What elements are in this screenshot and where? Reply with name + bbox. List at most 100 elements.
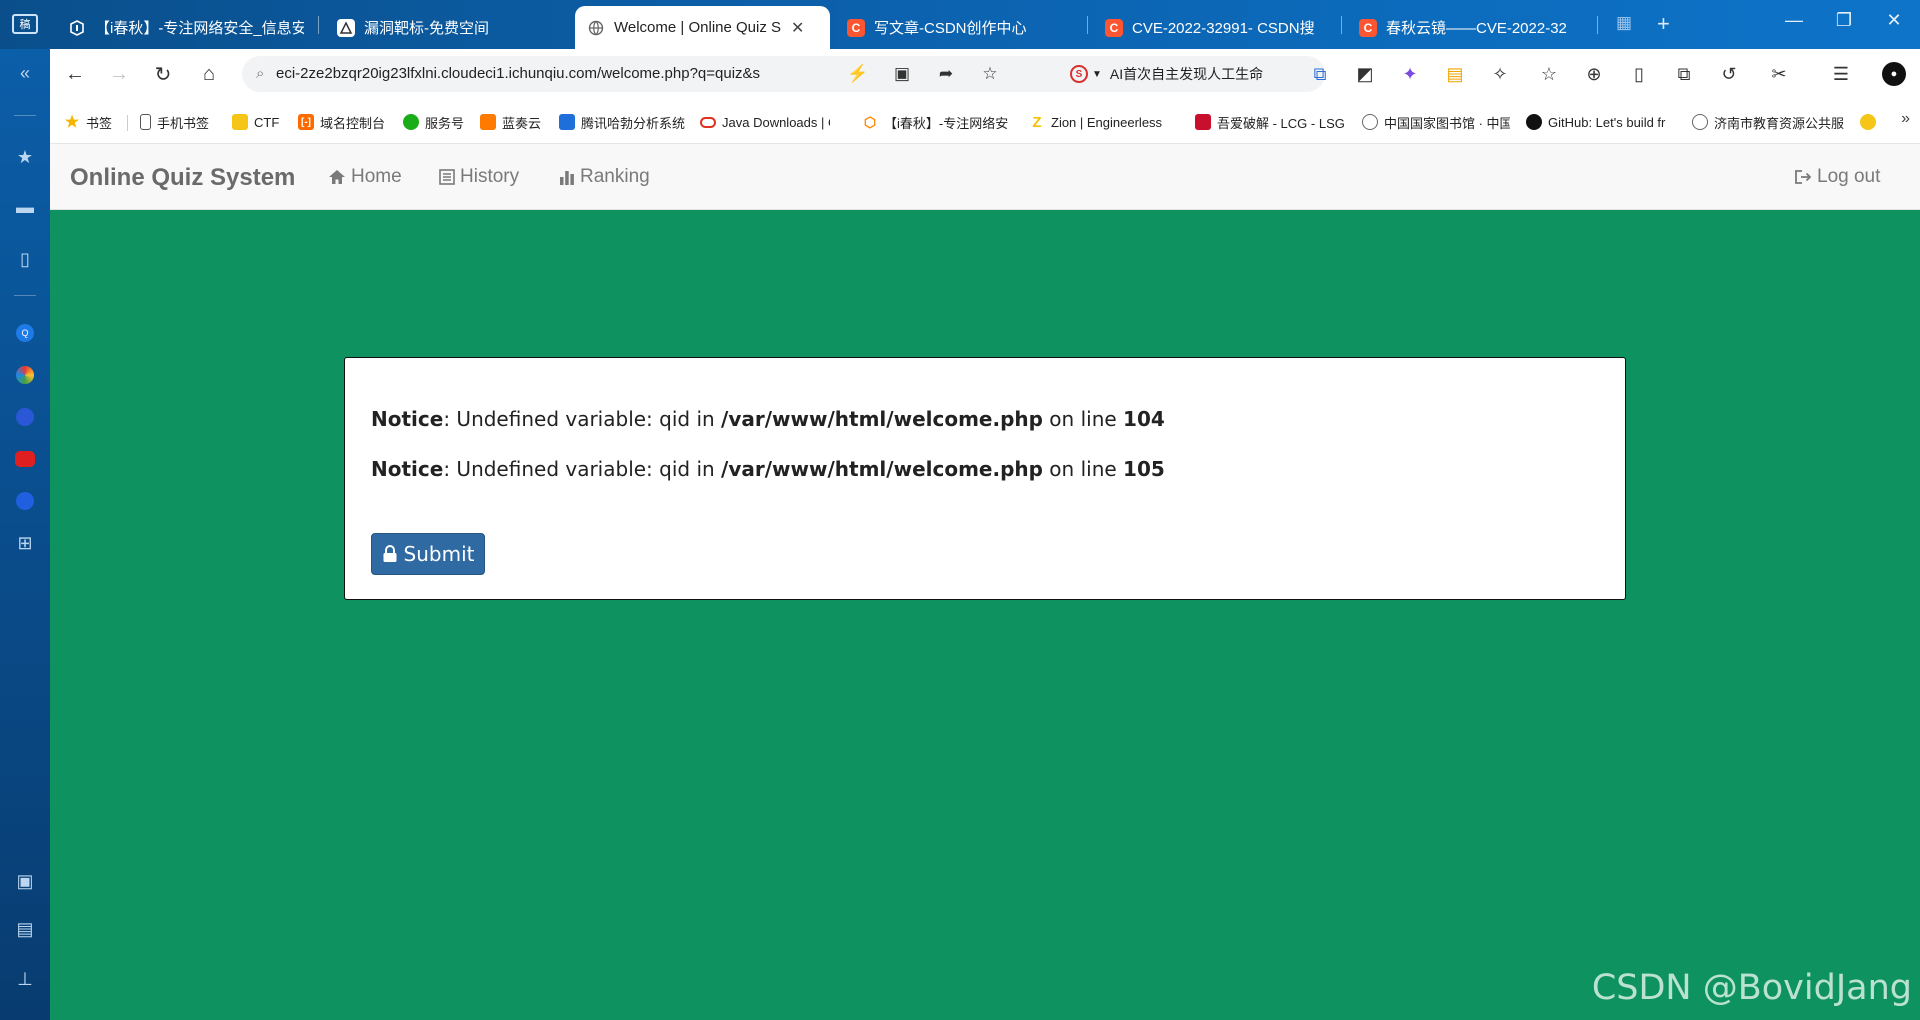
tab-vuln-target[interactable]: 漏洞靶标-免费空间: [325, 6, 565, 49]
more-bookmarks-icon[interactable]: »: [1901, 110, 1910, 128]
bookmark-item[interactable]: 腾讯哈勃分析系统: [559, 111, 685, 133]
favorites-icon[interactable]: ☆: [1536, 61, 1562, 87]
close-tab-icon[interactable]: ✕: [791, 18, 804, 38]
logout-label: Log out: [1817, 166, 1881, 187]
bookmark-item[interactable]: 中国国家图书馆 · 中国: [1362, 111, 1510, 133]
save-icon[interactable]: ▣: [13, 869, 37, 893]
history-icon[interactable]: ↺: [1716, 61, 1742, 87]
reload-button[interactable]: ↻: [150, 61, 176, 87]
bookmark-label: 吾爱破解 - LCG - LSG: [1217, 115, 1345, 131]
bookmark-item[interactable]: [-] 域名控制台: [298, 111, 385, 133]
mobile-icon[interactable]: ▯: [1626, 61, 1652, 87]
phone-icon[interactable]: ▯: [13, 247, 37, 271]
share-icon[interactable]: ➦: [934, 62, 958, 86]
ai-search-box[interactable]: S ▼ AI首次自主发现人工生命: [1070, 60, 1263, 88]
window-badge-icon[interactable]: 稿: [12, 14, 38, 34]
tab-csdn-write[interactable]: C 写文章-CSDN创作中心: [835, 6, 1075, 49]
bookmark-item[interactable]: 服务号: [403, 111, 464, 133]
site-brand[interactable]: Online Quiz System: [70, 164, 295, 192]
ichunqiu-icon: ⬡: [863, 113, 877, 130]
notice-on-line: on line: [1042, 457, 1124, 481]
pin-icon[interactable]: ⊥: [13, 967, 37, 991]
bookmark-star-icon[interactable]: ☆: [978, 62, 1002, 86]
sidebar-divider: [14, 295, 36, 296]
home-button[interactable]: ⌂: [196, 61, 222, 87]
close-window-icon[interactable]: ✕: [1879, 10, 1909, 31]
home-icon: [329, 170, 345, 184]
restore-icon[interactable]: ❐: [1829, 10, 1859, 31]
folder-icon[interactable]: ▬: [13, 195, 37, 219]
minimize-icon[interactable]: —: [1779, 10, 1809, 31]
clock-app-icon[interactable]: [13, 489, 37, 513]
reader-icon[interactable]: ▣: [890, 62, 914, 86]
back-button[interactable]: ←: [62, 61, 88, 87]
tab-csdn-search[interactable]: C CVE-2022-32991- CSDN搜: [1093, 6, 1333, 49]
user-app-icon[interactable]: [13, 405, 37, 429]
submit-label: Submit: [403, 542, 475, 566]
bookmark-item[interactable]: ⬡ 【i春秋】-专注网络安: [862, 111, 1012, 133]
search-app-icon[interactable]: Q: [13, 321, 37, 345]
extensions-icon[interactable]: ✧: [1487, 61, 1513, 87]
favorites-star-icon[interactable]: ★: [13, 145, 37, 169]
notice-line-number: 105: [1123, 457, 1165, 481]
wechat-icon: [403, 114, 419, 130]
nav-ranking[interactable]: Ranking: [559, 166, 650, 188]
nav-home[interactable]: Home: [328, 166, 402, 188]
bookmark-item[interactable]: CTF: [232, 111, 279, 133]
notice-path: /var/www/html/welcome.php: [721, 407, 1043, 431]
bookmark-item[interactable]: Z Zion | Engineerless: [1029, 111, 1179, 133]
bookmark-item[interactable]: GitHub: Let's build fr: [1526, 111, 1676, 133]
phone-icon: [140, 114, 151, 130]
bookmark-item[interactable]: Java Downloads | Or: [700, 111, 830, 133]
tabs-copy-icon[interactable]: ⧉: [1671, 61, 1697, 87]
bookmark-item[interactable]: 吾爱破解 - LCG - LSG: [1195, 111, 1345, 133]
tab-chunqiu-cve[interactable]: C 春秋云镜——CVE-2022-32: [1347, 6, 1587, 49]
tab-title: 漏洞靶标-免费空间: [364, 20, 489, 37]
tab-title: 春秋云镜——CVE-2022-32: [1386, 20, 1567, 37]
bookmark-label: 域名控制台: [320, 115, 386, 131]
notice-label: Notice: [371, 407, 444, 431]
menu-icon[interactable]: ☰: [1828, 61, 1854, 87]
bookmark-item[interactable]: 手机书签: [140, 111, 209, 133]
oracle-icon: [700, 116, 716, 128]
folder-sync-icon[interactable]: ▤: [1442, 61, 1468, 87]
globe-icon: [587, 19, 605, 37]
bookmark-item[interactable]: ★ 书签: [64, 111, 112, 133]
notice-line-number: 104: [1123, 407, 1165, 431]
address-bar[interactable]: ⌕ eci-2ze2bzqr20ig23lfxlni.cloudeci1.ich…: [242, 56, 1325, 92]
address-url[interactable]: eci-2ze2bzqr20ig23lfxlni.cloudeci1.ichun…: [276, 56, 836, 92]
tab-online-quiz[interactable]: Welcome | Online Quiz S ✕: [575, 6, 830, 49]
nav-ranking-label: Ranking: [580, 166, 650, 187]
collapse-sidebar-icon[interactable]: «: [13, 61, 37, 85]
bookmark-item[interactable]: 济南市教育资源公共服: [1692, 111, 1844, 133]
github-icon: [1526, 114, 1542, 130]
submit-button[interactable]: Submit: [371, 533, 485, 575]
lightning-icon[interactable]: ⚡: [846, 62, 870, 86]
nav-history[interactable]: History: [439, 166, 519, 188]
tab-title: CVE-2022-32991- CSDN搜: [1132, 20, 1315, 37]
globe-icon: [1362, 114, 1378, 130]
translate-icon[interactable]: ⧉: [1307, 61, 1333, 87]
color-app-icon[interactable]: [13, 363, 37, 387]
bookmark-label: 蓝奏云: [502, 115, 542, 131]
new-tab-icon[interactable]: +: [1657, 11, 1670, 37]
bookmark-label: 手机书签: [157, 115, 210, 131]
stock-icon[interactable]: ◩: [1352, 61, 1378, 87]
toolbox-icon[interactable]: ▤: [13, 917, 37, 941]
avatar[interactable]: ●: [1882, 62, 1906, 86]
bookmark-item[interactable]: 蓝奏云: [480, 111, 541, 133]
forward-button[interactable]: →: [106, 61, 132, 87]
tab-title: 写文章-CSDN创作中心: [874, 20, 1027, 37]
add-app-icon[interactable]: ⊞: [13, 531, 37, 555]
tab-ichunqiu[interactable]: 【i春秋】-专注网络安全_信息安: [56, 6, 316, 49]
tab-manager-icon[interactable]: ▦: [1616, 13, 1632, 33]
download-icon[interactable]: ⊕: [1581, 61, 1607, 87]
csdn-icon: C: [1105, 18, 1123, 37]
bookmark-item[interactable]: [1860, 111, 1882, 133]
logout-link[interactable]: Log out: [1794, 166, 1880, 188]
news-app-icon[interactable]: [13, 447, 37, 471]
bar-chart-icon: [560, 171, 574, 185]
scissors-icon[interactable]: ✂: [1766, 61, 1792, 87]
notice-on-line: on line: [1042, 407, 1124, 431]
ai-sparkle-icon[interactable]: ✦: [1397, 61, 1423, 87]
